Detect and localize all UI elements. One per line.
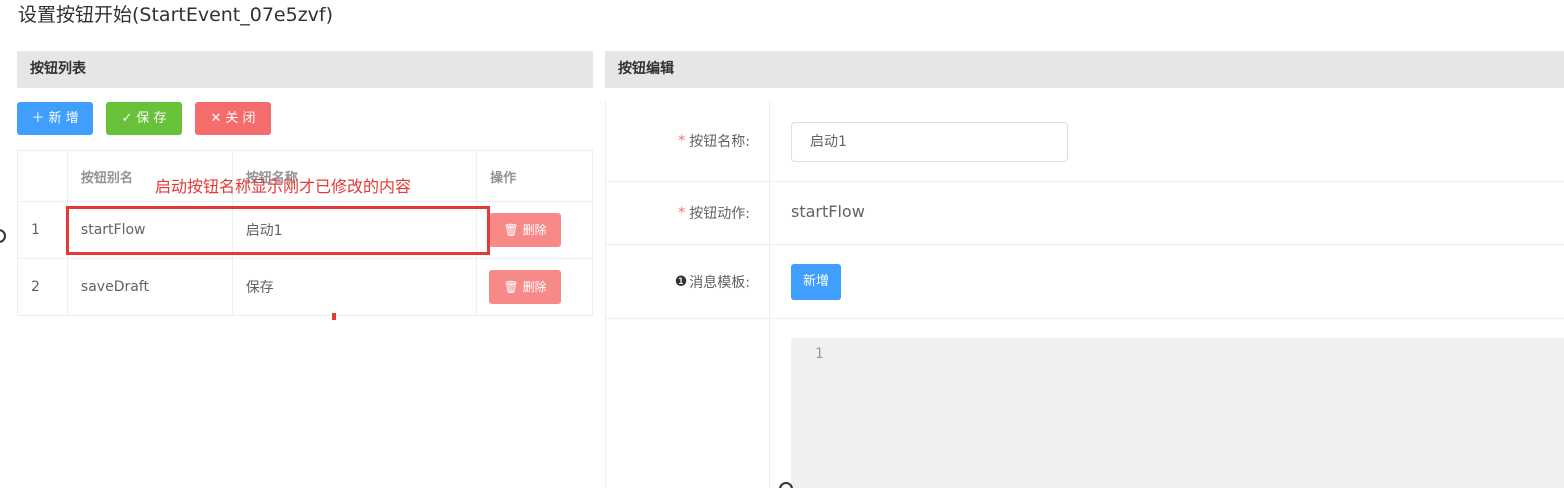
required-mark: * xyxy=(678,205,686,221)
resize-handle-icon xyxy=(0,229,6,243)
action-label: * 按钮动作: xyxy=(606,182,770,244)
button-edit-header: 按钮编辑 xyxy=(605,51,1564,88)
close-icon: ✕ xyxy=(210,111,222,126)
form-row-action: * 按钮动作: startFlow xyxy=(606,182,1564,245)
plus-icon: ＋ xyxy=(31,111,45,126)
row-alias: saveDraft xyxy=(66,258,233,316)
close-button[interactable]: ✕ 关 闭 xyxy=(195,102,271,135)
row-index: 1 xyxy=(17,201,68,259)
delete-button[interactable]: 🗑 删除 xyxy=(489,270,562,304)
template-label: ❶ 消息模板: xyxy=(606,245,770,318)
add-button[interactable]: ＋新 增 xyxy=(17,102,93,135)
dialog-title: 设置按钮开始(StartEvent_07e5zvf) xyxy=(18,4,334,26)
save-button-label: 保 存 xyxy=(136,111,167,126)
column-header-action: 操作 xyxy=(476,150,593,202)
name-label-text: 按钮名称: xyxy=(689,134,750,150)
delete-button[interactable]: 🗑 删除 xyxy=(489,213,562,247)
table-row[interactable]: 2 saveDraft 保存 🗑 删除 xyxy=(17,258,593,316)
delete-button-label: 删除 xyxy=(522,280,547,294)
name-label: * 按钮名称: xyxy=(606,101,770,181)
info-icon: ❶ xyxy=(674,273,688,290)
action-label-text: 按钮动作: xyxy=(689,206,750,222)
row-index: 2 xyxy=(17,258,68,316)
row-name: 保存 xyxy=(231,258,478,316)
annotation-text: 启动按钮名称显示刚才已修改的内容 xyxy=(155,177,412,196)
form-row-name: * 按钮名称: 启动1 xyxy=(606,101,1564,182)
row-action-cell: 🗑 删除 xyxy=(476,201,593,259)
column-header-index xyxy=(17,150,68,202)
trash-icon: 🗑 xyxy=(503,280,519,294)
save-button[interactable]: ✓ 保 存 xyxy=(106,102,182,135)
check-icon: ✓ xyxy=(121,111,133,126)
required-mark: * xyxy=(678,133,686,149)
button-list-header: 按钮列表 xyxy=(17,51,593,88)
add-button-label: 新 增 xyxy=(48,111,79,126)
form-row-template: ❶ 消息模板: 新增 xyxy=(606,245,1564,319)
line-number: 1 xyxy=(815,346,824,362)
row-action-cell: 🗑 删除 xyxy=(476,258,593,316)
annotation-mark xyxy=(332,313,336,320)
delete-button-label: 删除 xyxy=(522,223,547,237)
button-edit-form: * 按钮名称: 启动1 * 按钮动作: startFlow ❶ 消息模板: 新增 1 xyxy=(605,101,1564,488)
template-label-text: 消息模板: xyxy=(689,274,750,291)
annotation-box xyxy=(66,206,490,255)
code-editor[interactable]: 1 xyxy=(791,338,1564,488)
template-add-button[interactable]: 新增 xyxy=(791,264,841,300)
action-value: startFlow xyxy=(791,202,865,221)
label-column xyxy=(606,319,770,488)
trash-icon: 🗑 xyxy=(503,223,519,237)
close-button-label: 关 闭 xyxy=(225,111,256,126)
button-name-input[interactable]: 启动1 xyxy=(791,122,1068,162)
